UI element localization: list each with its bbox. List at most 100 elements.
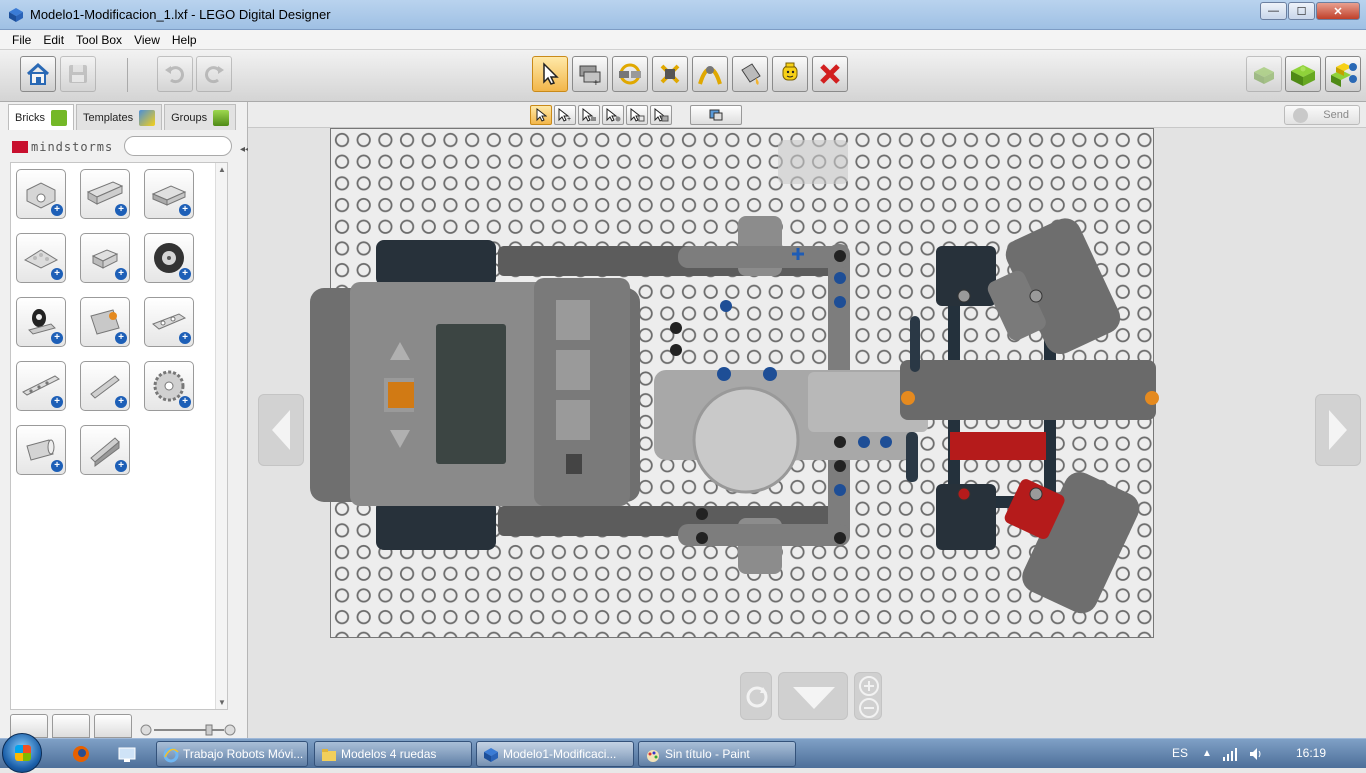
tray-expand-icon[interactable]: ▲: [1202, 748, 1212, 759]
brick-search-input[interactable]: [124, 136, 232, 156]
brick-category-technic-beam[interactable]: +: [80, 169, 130, 219]
select-tool-button[interactable]: [532, 56, 568, 92]
expand-plus-icon: +: [115, 396, 127, 408]
menu-view[interactable]: View: [128, 33, 166, 47]
robot-model[interactable]: [248, 128, 1366, 738]
brick-category-angled-plate[interactable]: +: [16, 233, 66, 283]
expand-plus-icon: +: [115, 460, 127, 472]
taskbar-item-paint[interactable]: Sin título - Paint: [638, 741, 796, 767]
brick-category-wheel[interactable]: +: [144, 233, 194, 283]
building-guide-button[interactable]: [1325, 56, 1361, 92]
home-button[interactable]: [20, 56, 56, 92]
brick-category-motor[interactable]: +: [80, 297, 130, 347]
send-button[interactable]: Send: [1284, 105, 1360, 125]
floppy-disk-icon: [69, 65, 87, 83]
palette-filter-button[interactable]: [52, 714, 90, 738]
expand-plus-icon: +: [51, 332, 63, 344]
menu-toolbox[interactable]: Tool Box: [70, 33, 128, 47]
invert-selection-button[interactable]: [690, 105, 742, 125]
brick-category-plate[interactable]: +: [144, 169, 194, 219]
paint-bucket-icon: [741, 63, 761, 85]
main-toolbar: +: [0, 50, 1366, 102]
chevron-right-icon: [1329, 410, 1347, 450]
paint-tool-button[interactable]: [732, 56, 768, 92]
brand-filter-row: mindstorms: [12, 136, 234, 158]
delete-tool-button[interactable]: [812, 56, 848, 92]
brick-category-axle[interactable]: +: [80, 361, 130, 411]
send-globe-icon: [1293, 108, 1308, 123]
volume-icon[interactable]: [1248, 747, 1264, 761]
network-icon[interactable]: [1222, 747, 1238, 761]
palette-zoom-slider[interactable]: [140, 724, 236, 736]
multi-select-button[interactable]: +: [554, 105, 576, 125]
single-select-button[interactable]: [530, 105, 552, 125]
redo-icon: [205, 66, 224, 84]
tab-bricks[interactable]: Bricks: [8, 104, 74, 130]
brick-category-long-beam[interactable]: +: [16, 361, 66, 411]
select-same-brick-button[interactable]: [650, 105, 672, 125]
brick-category-bush[interactable]: +: [16, 425, 66, 475]
select-connected-button[interactable]: [578, 105, 600, 125]
taskbar-item-lego-designer[interactable]: Modelo1-Modificaci...: [476, 741, 634, 767]
menu-help[interactable]: Help: [166, 33, 203, 47]
taskbar-item-label: Trabajo Robots Móvi...: [183, 747, 304, 761]
redo-button[interactable]: [196, 56, 232, 92]
start-button[interactable]: [2, 733, 42, 773]
brick-category-panel[interactable]: +: [80, 425, 130, 475]
brick-category-technic-brick[interactable]: +: [16, 169, 66, 219]
maximize-button[interactable]: ☐: [1288, 2, 1315, 20]
expand-plus-icon: +: [179, 268, 191, 280]
decoration-tool-button[interactable]: [772, 56, 808, 92]
title-bar: Modelo1-Modificacion_1.lxf - LEGO Digita…: [0, 0, 1366, 30]
tab-templates-label: Templates: [82, 111, 134, 124]
save-button[interactable]: [60, 56, 96, 92]
scroll-up-icon[interactable]: ▲: [218, 165, 226, 174]
brick-category-sensor[interactable]: +: [16, 297, 66, 347]
taskbar-item-label: Sin título - Paint: [665, 747, 750, 761]
cursor-brick-icon: [654, 108, 669, 122]
build-mode-button[interactable]: [1246, 56, 1282, 92]
rotate-left-button[interactable]: [258, 394, 304, 466]
zoom-plus-minus-icon: [859, 676, 879, 718]
select-same-color-button[interactable]: [602, 105, 624, 125]
select-same-shape-button[interactable]: [626, 105, 648, 125]
rotate-down-button[interactable]: [778, 672, 848, 720]
tab-groups[interactable]: Groups: [164, 104, 237, 130]
minimize-button[interactable]: —: [1260, 2, 1287, 20]
brick-category-gear[interactable]: +: [144, 361, 194, 411]
hinge-align-tool-button[interactable]: [652, 56, 688, 92]
firefox-icon[interactable]: [70, 744, 92, 764]
rotate-right-button[interactable]: [1315, 394, 1361, 466]
undo-button[interactable]: [157, 56, 193, 92]
brick-list-scrollbar[interactable]: ▲ ▼: [215, 163, 227, 709]
brick-category-connector[interactable]: +: [80, 233, 130, 283]
brick-palette-panel: Bricks Templates Groups mindstorms ◂◂ + …: [0, 102, 250, 738]
lego-icon: [484, 748, 498, 762]
window-title: Modelo1-Modificacion_1.lxf - LEGO Digita…: [30, 7, 331, 22]
scroll-down-icon[interactable]: ▼: [218, 698, 226, 707]
taskbar-item-modelos-4-ruedas[interactable]: Modelos 4 ruedas: [314, 741, 472, 767]
taskbar-item-trabajo-robots[interactable]: Trabajo Robots Móvi...: [156, 741, 308, 767]
cursor-icon: [536, 108, 547, 122]
show-desktop-icon[interactable]: [116, 744, 138, 764]
brick-category-liftarm[interactable]: +: [144, 297, 194, 347]
reset-camera-button[interactable]: [740, 672, 772, 720]
language-indicator[interactable]: ES: [1172, 746, 1188, 760]
expand-plus-icon: +: [115, 268, 127, 280]
zoom-controls[interactable]: [854, 672, 882, 720]
flex-tool-button[interactable]: [692, 56, 728, 92]
clock[interactable]: 16:19: [1296, 746, 1326, 760]
menu-file[interactable]: File: [6, 33, 37, 47]
taskbar-item-label: Modelos 4 ruedas: [341, 747, 437, 761]
clone-tool-button[interactable]: +: [572, 56, 608, 92]
build-canvas[interactable]: [248, 128, 1366, 738]
expand-plus-icon: +: [51, 396, 63, 408]
hinge-tool-button[interactable]: [612, 56, 648, 92]
view-mode-button[interactable]: [1285, 56, 1321, 92]
palette-sort-button[interactable]: [94, 714, 132, 738]
tab-templates[interactable]: Templates: [75, 104, 163, 130]
close-button[interactable]: ✕: [1316, 2, 1360, 20]
ie-icon: [163, 747, 179, 763]
menu-edit[interactable]: Edit: [37, 33, 70, 47]
chevron-down-icon: [793, 687, 835, 709]
